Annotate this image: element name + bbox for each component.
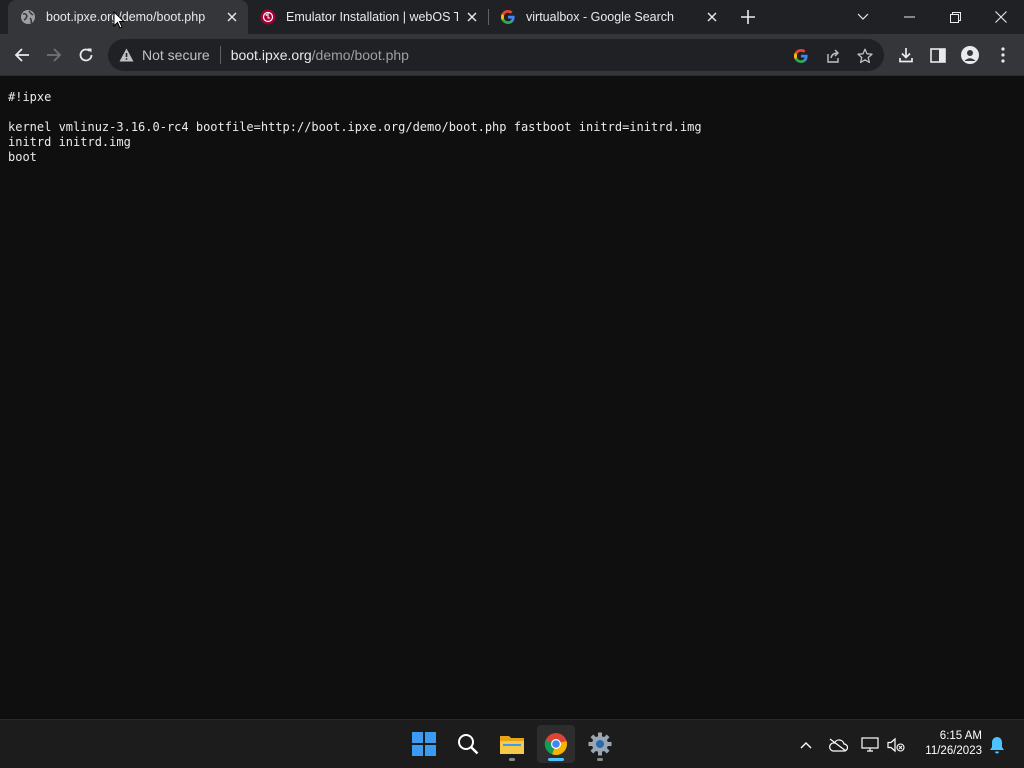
tab-title: virtualbox - Google Search bbox=[526, 10, 674, 24]
clock-time: 6:15 AM bbox=[939, 730, 982, 742]
tab-strip: boot.ipxe.org/demo/boot.php Emulator Ins… bbox=[0, 0, 1024, 34]
search-icon bbox=[458, 734, 479, 755]
google-lens-icon[interactable] bbox=[792, 47, 810, 65]
tab-boot-ipxe[interactable]: boot.ipxe.org/demo/boot.php bbox=[8, 0, 248, 34]
side-panel-icon[interactable] bbox=[927, 44, 949, 66]
system-clock[interactable]: 6:15 AM 11/26/2023 bbox=[910, 729, 982, 759]
file-explorer-icon bbox=[500, 736, 524, 754]
downloads-icon[interactable] bbox=[895, 44, 917, 66]
running-indicator bbox=[597, 758, 603, 761]
globe-icon bbox=[20, 9, 36, 25]
restore-button[interactable] bbox=[932, 0, 978, 34]
security-status[interactable]: Not secure bbox=[142, 47, 210, 63]
start-button[interactable] bbox=[405, 725, 443, 763]
back-arrow-icon bbox=[14, 48, 29, 62]
new-tab-button[interactable] bbox=[736, 5, 760, 29]
url-text[interactable]: boot.ipxe.org/demo/boot.php bbox=[231, 47, 409, 63]
close-window-button[interactable] bbox=[978, 0, 1024, 34]
minimize-button[interactable] bbox=[886, 0, 932, 34]
windows-start-icon bbox=[412, 732, 436, 756]
tab-google-search[interactable]: virtualbox - Google Search bbox=[488, 0, 728, 34]
windows-taskbar: 6:15 AM 11/26/2023 bbox=[0, 719, 1024, 768]
bookmark-star-icon[interactable] bbox=[856, 47, 874, 65]
forward-arrow-icon bbox=[47, 48, 62, 62]
close-tab-icon[interactable] bbox=[464, 9, 480, 25]
browser-toolbar: Not secure boot.ipxe.org/demo/boot.php bbox=[0, 34, 1024, 76]
warning-triangle-icon[interactable] bbox=[118, 47, 134, 63]
back-button[interactable] bbox=[8, 41, 36, 69]
url-path: /demo/boot.php bbox=[311, 47, 409, 63]
network-icon[interactable] bbox=[859, 734, 881, 756]
show-hidden-icons-chevron-up-icon[interactable] bbox=[795, 734, 817, 756]
omnibox-divider bbox=[219, 46, 221, 64]
tab-title: boot.ipxe.org/demo/boot.php bbox=[46, 10, 206, 24]
close-tab-icon[interactable] bbox=[704, 9, 720, 25]
page-viewport: #!ipxe kernel vmlinuz-3.16.0-rc4 bootfil… bbox=[0, 77, 1024, 719]
script-text: #!ipxe kernel vmlinuz-3.16.0-rc4 bootfil… bbox=[8, 90, 702, 164]
running-indicator bbox=[509, 758, 515, 761]
minimize-icon bbox=[903, 16, 915, 18]
google-g-icon bbox=[500, 9, 516, 25]
restore-icon bbox=[949, 11, 961, 23]
share-icon[interactable] bbox=[824, 47, 842, 65]
plus-icon bbox=[741, 10, 755, 24]
taskbar-file-explorer[interactable] bbox=[493, 725, 531, 763]
reload-button[interactable] bbox=[72, 41, 100, 69]
tab-title: Emulator Installation | webOS TV bbox=[286, 10, 458, 24]
reload-icon bbox=[79, 48, 93, 62]
active-indicator bbox=[548, 758, 564, 761]
volume-muted-icon[interactable] bbox=[885, 734, 907, 756]
menu-kebab-icon[interactable] bbox=[992, 44, 1014, 66]
close-icon bbox=[995, 11, 1007, 23]
mouse-cursor-icon bbox=[113, 11, 125, 29]
chrome-icon bbox=[544, 733, 567, 756]
close-tab-icon[interactable] bbox=[224, 9, 240, 25]
url-host: boot.ipxe.org bbox=[230, 47, 312, 63]
taskbar-chrome[interactable] bbox=[537, 725, 575, 763]
lg-logo-icon bbox=[260, 9, 276, 25]
forward-button[interactable] bbox=[40, 41, 68, 69]
clock-date: 11/26/2023 bbox=[925, 745, 982, 757]
settings-gear-icon bbox=[588, 732, 612, 756]
address-bar[interactable]: Not secure boot.ipxe.org/demo/boot.php bbox=[108, 39, 884, 71]
onedrive-offline-icon[interactable] bbox=[827, 734, 849, 756]
tab-webos-emulator[interactable]: Emulator Installation | webOS TV bbox=[248, 0, 488, 34]
chevron-down-icon bbox=[857, 13, 869, 20]
profile-avatar-icon[interactable] bbox=[959, 44, 981, 66]
taskbar-search-button[interactable] bbox=[449, 725, 487, 763]
taskbar-settings[interactable] bbox=[581, 725, 619, 763]
notification-bell-icon[interactable] bbox=[986, 734, 1008, 756]
tab-search-button[interactable] bbox=[840, 0, 886, 34]
